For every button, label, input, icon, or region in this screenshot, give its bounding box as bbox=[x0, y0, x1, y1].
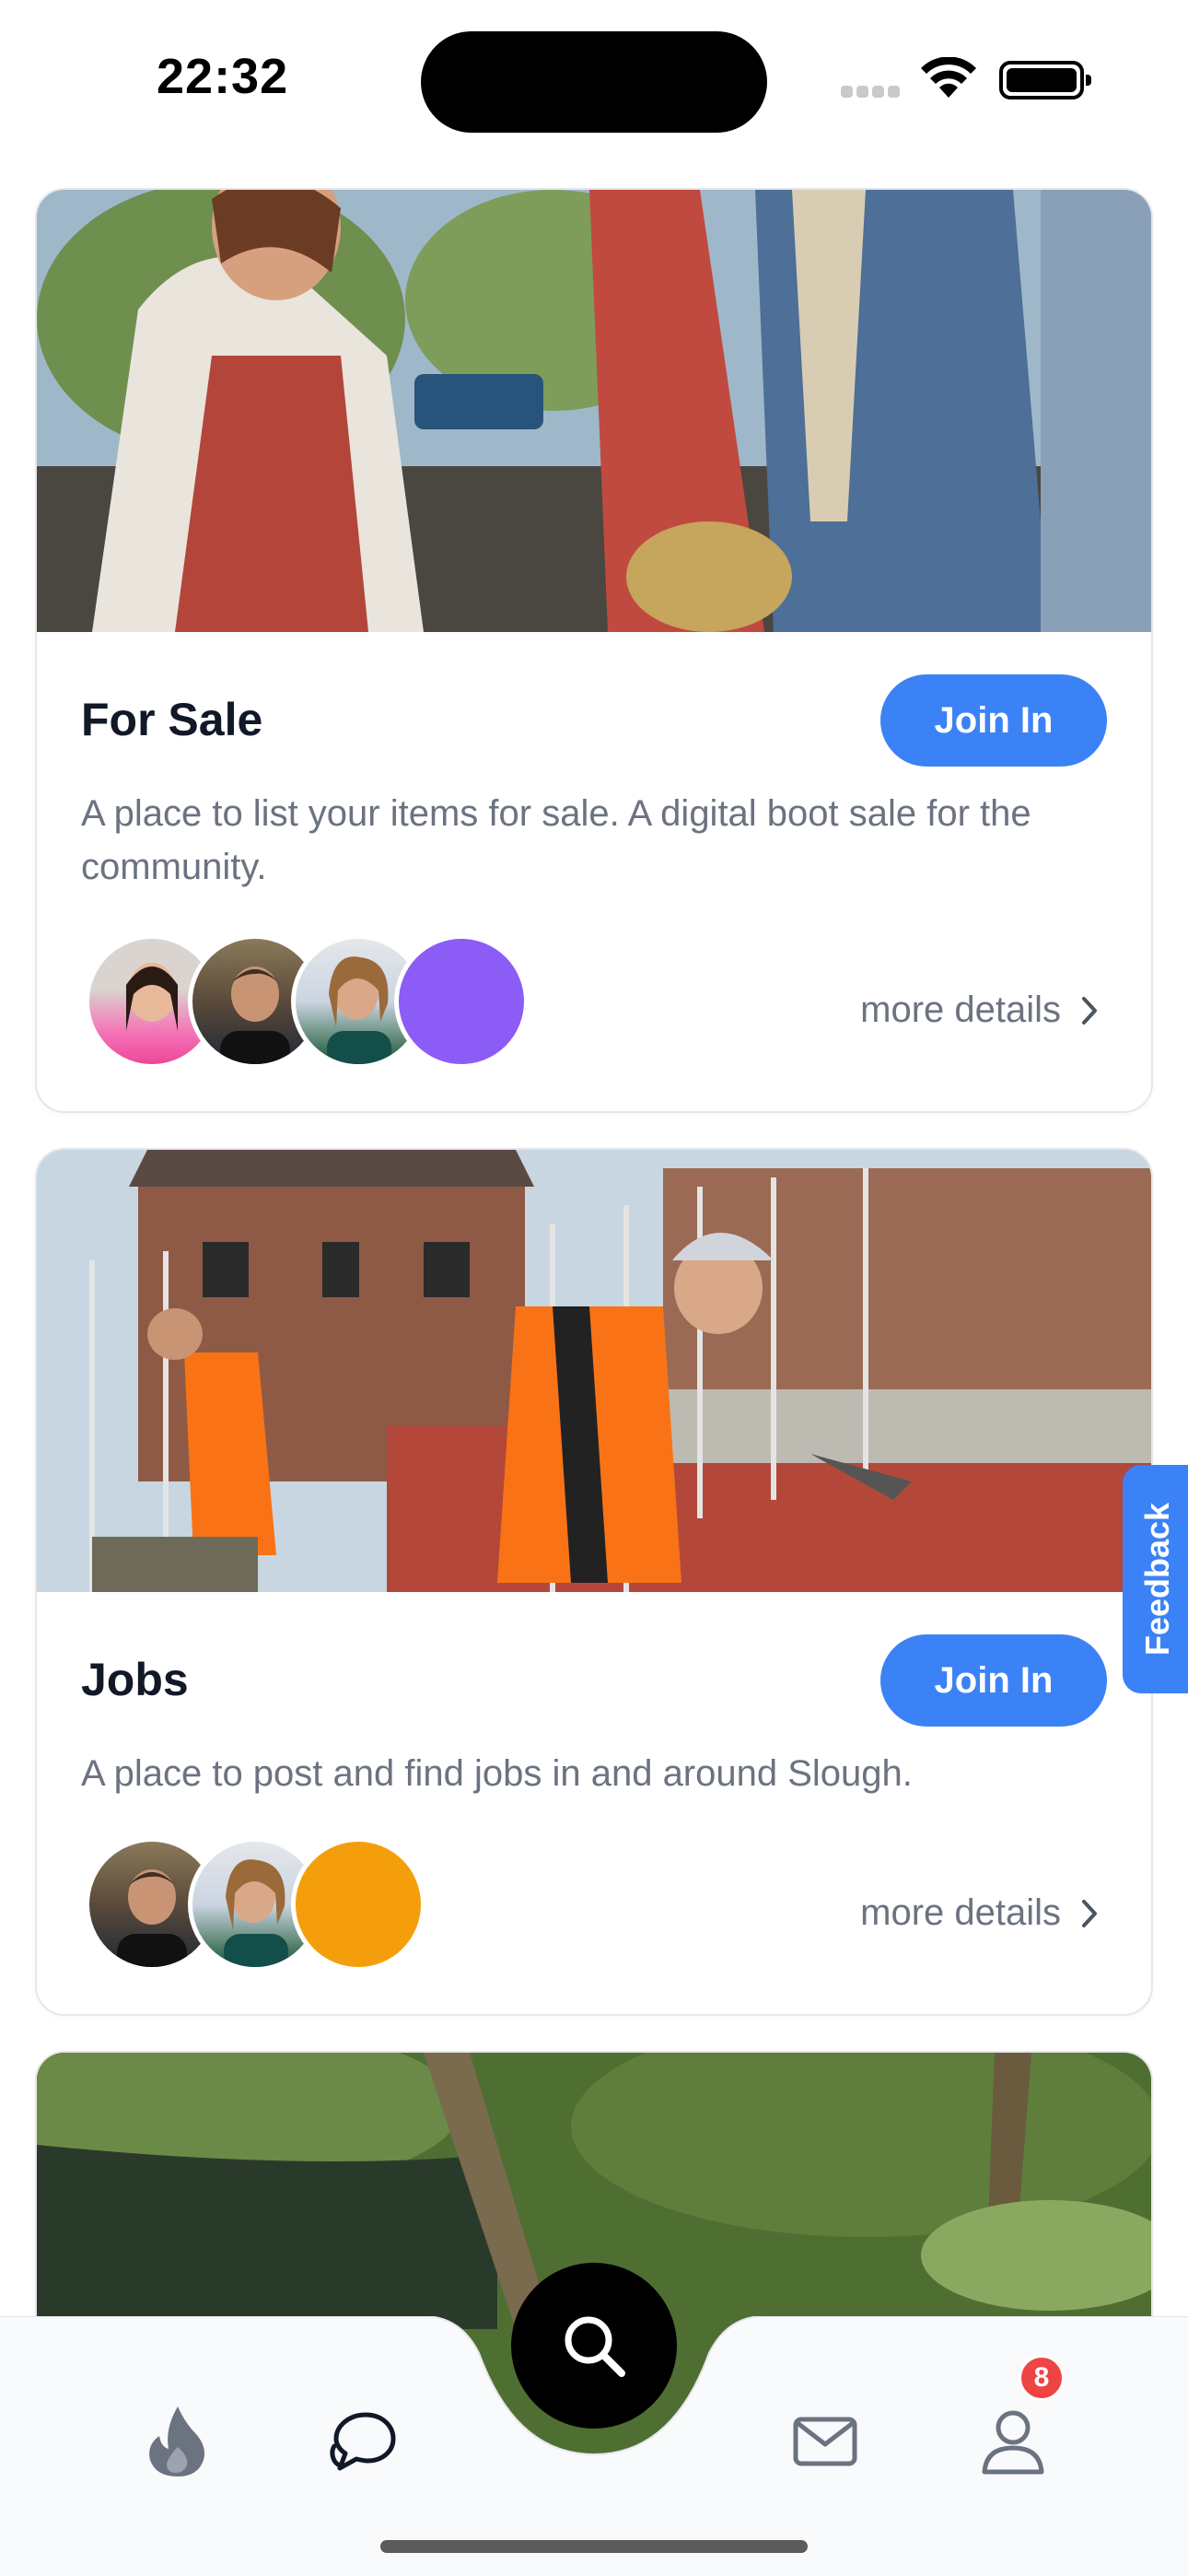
more-details-link[interactable]: more details bbox=[860, 989, 1100, 1031]
feedback-tab[interactable]: Feedback bbox=[1123, 1465, 1188, 1693]
more-details-label: more details bbox=[860, 989, 1061, 1030]
cellular-signal-icon bbox=[841, 86, 903, 102]
bottom-nav bbox=[0, 2263, 1188, 2576]
user-icon bbox=[982, 2410, 1044, 2475]
battery-icon bbox=[999, 61, 1091, 100]
avatar bbox=[291, 1837, 425, 1972]
member-avatars bbox=[85, 934, 529, 1069]
dynamic-island bbox=[421, 31, 767, 133]
member-avatars bbox=[85, 1837, 425, 1972]
mail-icon bbox=[793, 2417, 857, 2466]
more-details-label: more details bbox=[860, 1892, 1061, 1933]
home-indicator bbox=[380, 2540, 808, 2553]
chevron-right-icon bbox=[1082, 996, 1097, 1025]
nav-messages[interactable] bbox=[779, 2395, 871, 2488]
card-title: For Sale bbox=[81, 694, 263, 745]
card-description: A place to post and find jobs in and aro… bbox=[81, 1753, 913, 1794]
avatar bbox=[394, 934, 529, 1069]
join-in-button[interactable]: Join In bbox=[880, 1634, 1107, 1727]
search-icon bbox=[565, 2316, 625, 2377]
flame-icon bbox=[149, 2406, 204, 2476]
notification-badge: 8 bbox=[1019, 2355, 1065, 2401]
card-description: A place to list your items for sale. A d… bbox=[81, 793, 1031, 887]
card-image-jobs bbox=[37, 1150, 1151, 1592]
chat-icon bbox=[330, 2412, 396, 2471]
join-in-button[interactable]: Join In bbox=[880, 674, 1107, 767]
nav-home[interactable] bbox=[131, 2395, 223, 2488]
card-title: Jobs bbox=[81, 1654, 189, 1705]
chevron-right-icon bbox=[1082, 1899, 1097, 1927]
more-details-link[interactable]: more details bbox=[860, 1892, 1100, 1934]
group-card-for-sale[interactable]: For Sale Join In A place to list your it… bbox=[35, 188, 1153, 1113]
group-card-jobs[interactable]: Jobs Join In A place to post and find jo… bbox=[35, 1148, 1153, 2016]
card-image-for-sale bbox=[37, 190, 1151, 632]
status-time: 22:32 bbox=[157, 49, 289, 104]
nav-profile[interactable] bbox=[967, 2395, 1059, 2488]
feedback-label: Feedback bbox=[1138, 1502, 1177, 1657]
nav-chat[interactable] bbox=[317, 2395, 409, 2488]
status-bar: 22:32 bbox=[0, 0, 1188, 157]
wifi-icon bbox=[921, 57, 976, 98]
search-button[interactable] bbox=[511, 2263, 677, 2429]
